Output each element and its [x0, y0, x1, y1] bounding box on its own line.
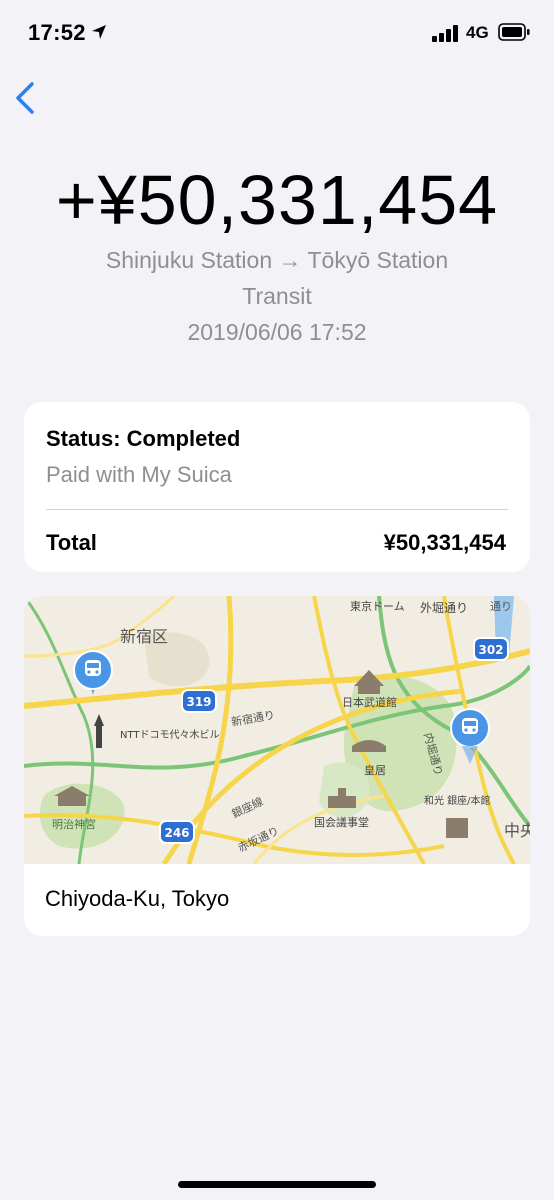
payment-method: Paid with My Suica: [46, 462, 232, 487]
transaction-route: Shinjuku Station → Tōkyō Station: [105, 247, 449, 273]
total-label: Total: [46, 530, 97, 555]
route-319-badge: 319: [181, 689, 217, 713]
status-card: Status: Completed Paid with My Suica Tot…: [24, 402, 530, 572]
label-budokan: 日本武道館: [342, 695, 397, 709]
route-246-label: 246: [164, 826, 189, 840]
label-sotobori: 外堀通り: [420, 600, 468, 615]
route-302-label: 302: [478, 643, 503, 657]
total-value: ¥50,331,454: [383, 530, 506, 555]
route-map[interactable]: 319 246 302 新宿区 東京ドーム 外堀通り 日本武道館 NTTドコモ代…: [24, 596, 530, 864]
transaction-amount: +¥50,331,454: [55, 161, 499, 239]
label-chuo: 中央: [504, 821, 530, 840]
label-dori: 通り: [490, 600, 512, 613]
battery-icon: [498, 23, 530, 41]
status-label: Status: Completed: [46, 426, 241, 451]
location-arrow-icon: [92, 25, 106, 39]
location-label: Chiyoda-Ku, Tokyo: [45, 886, 230, 911]
label-meiji-jingu: 明治神宮: [52, 817, 96, 831]
route-302-badge: 302: [473, 637, 509, 661]
cellular-signal-icon: [432, 25, 458, 42]
label-ntt-docomo: NTTドコモ代々木ビル: [120, 729, 220, 741]
label-wako: 和光 銀座/本館: [424, 794, 491, 807]
network-type: 4G: [466, 23, 489, 42]
route-246-badge: 246: [159, 820, 195, 844]
label-shinjuku-ku: 新宿区: [120, 627, 168, 646]
map-card[interactable]: 319 246 302 新宿区 東京ドーム 外堀通り 日本武道館 NTTドコモ代…: [24, 596, 530, 936]
transaction-category: Transit: [242, 283, 312, 309]
transaction-datetime: 2019/06/06 17:52: [187, 319, 367, 345]
status-bar: 17:52 4G: [0, 0, 554, 70]
route-319-label: 319: [186, 695, 211, 709]
divider: [46, 509, 508, 510]
station-landmark-icon: [446, 818, 468, 838]
back-chevron-icon[interactable]: [10, 80, 44, 116]
label-tokyo-dome: 東京ドーム: [350, 599, 405, 613]
label-kokkai: 国会議事堂: [314, 815, 369, 829]
home-indicator[interactable]: [178, 1181, 376, 1188]
status-time: 17:52: [28, 20, 86, 45]
label-kokyo: 皇居: [364, 763, 386, 777]
